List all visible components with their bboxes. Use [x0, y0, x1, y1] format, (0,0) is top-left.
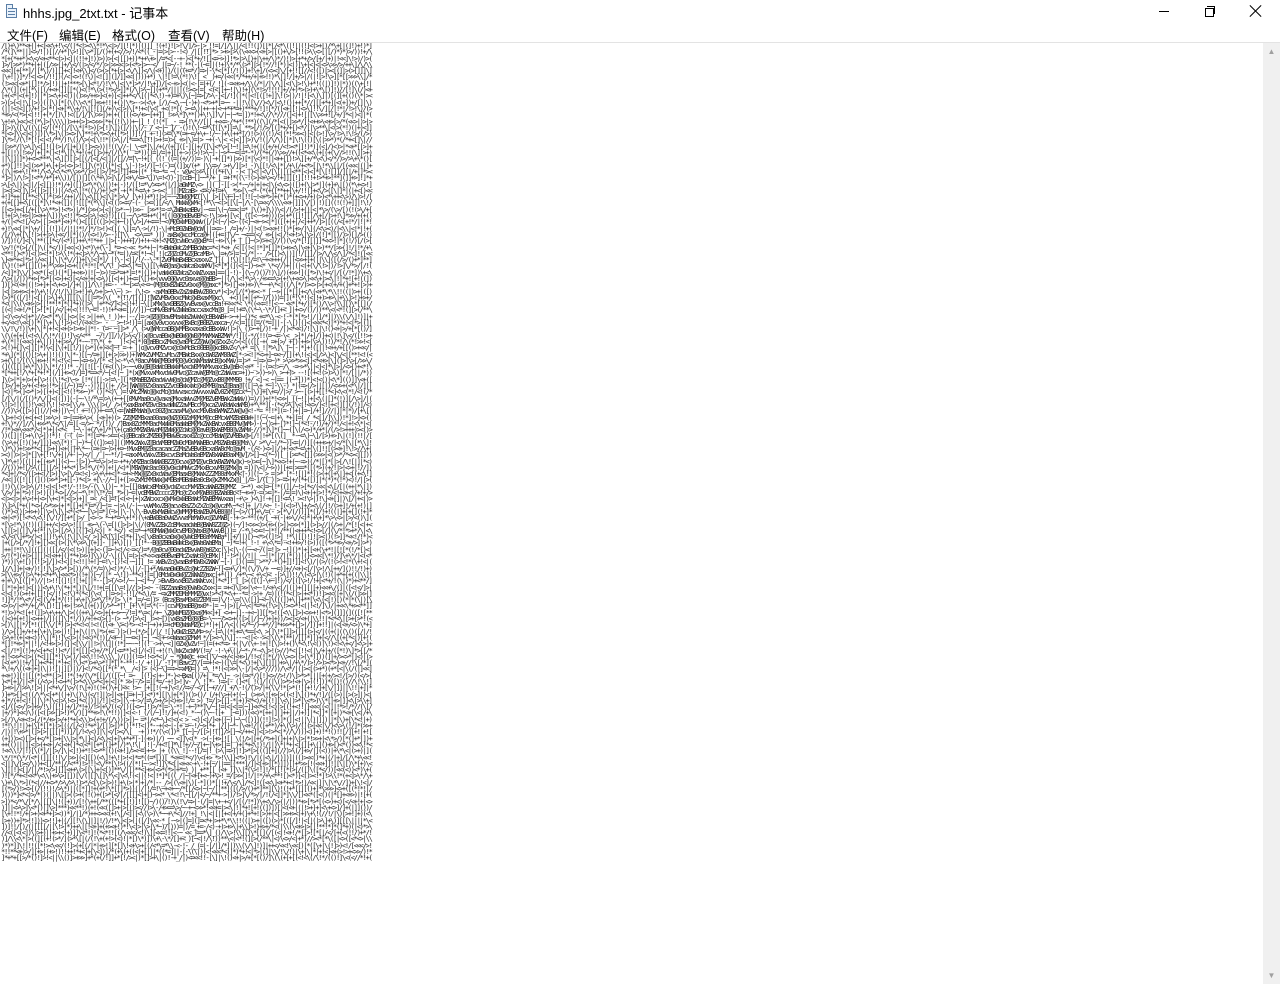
- menu-format[interactable]: 格式(O): [112, 25, 155, 44]
- menu-bar: 文件(F) 编辑(E) 格式(O) 查看(V) 帮助(H): [0, 23, 1280, 43]
- menu-edit[interactable]: 编辑(E): [59, 25, 101, 44]
- scroll-down-arrow-icon[interactable]: ▼: [1263, 967, 1280, 984]
- menu-file[interactable]: 文件(F): [7, 25, 48, 44]
- notepad-icon: [6, 4, 17, 18]
- maximize-button[interactable]: [1187, 0, 1233, 22]
- window-title: hhhs.jpg_2txt.txt - 记事本: [23, 6, 169, 21]
- text-editor[interactable]: /[)+\)**<+||+<]<<\+!\</(|*<!><\\*!*\<]>/…: [0, 43, 1263, 984]
- close-button[interactable]: [1233, 0, 1279, 22]
- scroll-up-arrow-icon[interactable]: ▲: [1263, 43, 1280, 60]
- close-icon: [1250, 5, 1262, 17]
- ascii-art-text: /[)+\)**<+||+<]<<\+!\</(|*<!><\\*!*\<]>/…: [1, 43, 373, 863]
- restore-icon: [1205, 6, 1215, 17]
- minimize-icon: [1159, 10, 1169, 12]
- vertical-scrollbar[interactable]: ▲ ▼: [1263, 43, 1280, 984]
- scrollbar-thumb[interactable]: [1267, 61, 1276, 965]
- menu-view[interactable]: 查看(V): [168, 25, 210, 44]
- title-bar[interactable]: hhhs.jpg_2txt.txt - 记事本: [0, 0, 1280, 22]
- minimize-button[interactable]: [1141, 0, 1187, 22]
- menu-help[interactable]: 帮助(H): [222, 25, 264, 44]
